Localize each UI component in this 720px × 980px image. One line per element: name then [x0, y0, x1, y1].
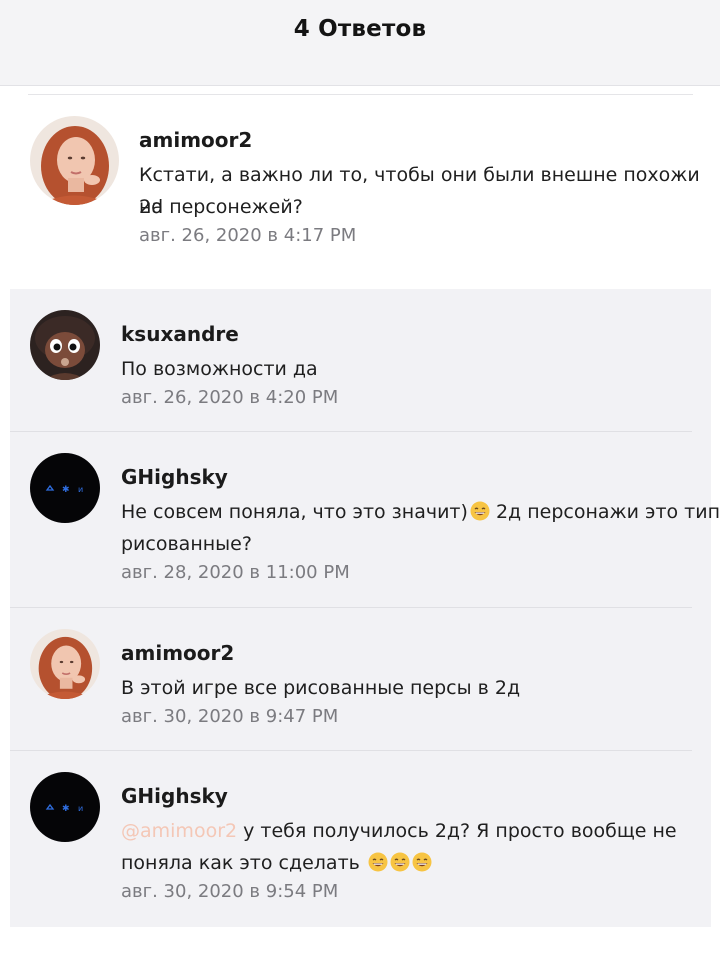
grinning-emoji-icon [412, 852, 432, 872]
replies-list: ksuxandre По возможности да авг. 26, 202… [10, 289, 720, 927]
dark-blue-glyphs-avatar-icon: ✱ и [30, 772, 100, 842]
comment-text-line: В этой игре все рисованные персы в 2д [121, 677, 521, 699]
comment-author[interactable]: GHighsky [121, 784, 228, 808]
grinning-emoji-icon [368, 852, 388, 872]
reply-item: ✱ и GHighsky Не совсем поняла, что это з… [10, 432, 720, 607]
comment-author[interactable]: ksuxandre [121, 322, 239, 346]
comment-text-line: @amimoor2 у тебя получилось 2д? Я просто… [121, 815, 677, 847]
page-title: 4 Ответов [293, 16, 427, 42]
avatar-dark[interactable]: ✱ и [30, 453, 100, 523]
parent-comment: amimoor2 Кстати, а важно ли то, чтобы он… [0, 95, 720, 285]
comment-text-line: По возможности да [121, 358, 318, 380]
comment-text-line: Не совсем поняла, что это значит) 2д пер… [121, 496, 720, 528]
avatar-dark[interactable]: ✱ и [30, 772, 100, 842]
reply-item: ✱ и GHighsky @amimoor2 у тебя получилось… [10, 751, 711, 927]
comment-text-segment: Не совсем поняла, что это значит) [121, 501, 468, 523]
cartoon-girl-avatar-icon [30, 310, 100, 380]
comment-text-segment: поняла как это сделать [121, 852, 366, 874]
grinning-emoji-icon [470, 501, 490, 521]
comment-text-line: поняла как это сделать [121, 847, 432, 879]
svg-text:и: и [78, 485, 83, 494]
avatar-redhead[interactable] [30, 629, 100, 699]
redhead-girl-avatar-icon [30, 629, 100, 699]
comment-author[interactable]: amimoor2 [139, 128, 252, 152]
header-bar: 4 Ответов [0, 0, 720, 86]
dark-blue-glyphs-avatar-icon: ✱ и [30, 453, 100, 523]
comment-timestamp: авг. 26, 2020 в 4:20 PM [121, 387, 339, 408]
svg-text:✱: ✱ [62, 485, 70, 495]
redhead-girl-avatar-icon [30, 116, 119, 205]
reply-item: ksuxandre По возможности да авг. 26, 202… [10, 289, 711, 431]
comment-text-segment: 2д персонажи это типа [489, 501, 720, 523]
comment-text-line: 2d персонежей? [139, 196, 303, 218]
svg-text:и: и [78, 804, 83, 813]
grinning-emoji-icon [390, 852, 410, 872]
comment-author[interactable]: amimoor2 [121, 641, 234, 665]
avatar-cartoon[interactable] [30, 310, 100, 380]
comment-timestamp: авг. 30, 2020 в 9:54 PM [121, 881, 339, 902]
comment-author[interactable]: GHighsky [121, 465, 228, 489]
comment-timestamp: авг. 28, 2020 в 11:00 PM [121, 562, 350, 583]
user-mention-link[interactable]: @amimoor2 [121, 820, 237, 842]
comment-timestamp: авг. 30, 2020 в 9:47 PM [121, 706, 339, 727]
comment-timestamp: авг. 26, 2020 в 4:17 PM [139, 225, 357, 246]
avatar-redhead[interactable] [30, 116, 119, 205]
svg-text:✱: ✱ [62, 804, 70, 814]
comment-text-line: рисованные? [121, 533, 252, 555]
reply-item: amimoor2 В этой игре все рисованные перс… [10, 608, 711, 750]
comment-text-segment: у тебя получилось 2д? Я просто вообще не [237, 820, 677, 842]
